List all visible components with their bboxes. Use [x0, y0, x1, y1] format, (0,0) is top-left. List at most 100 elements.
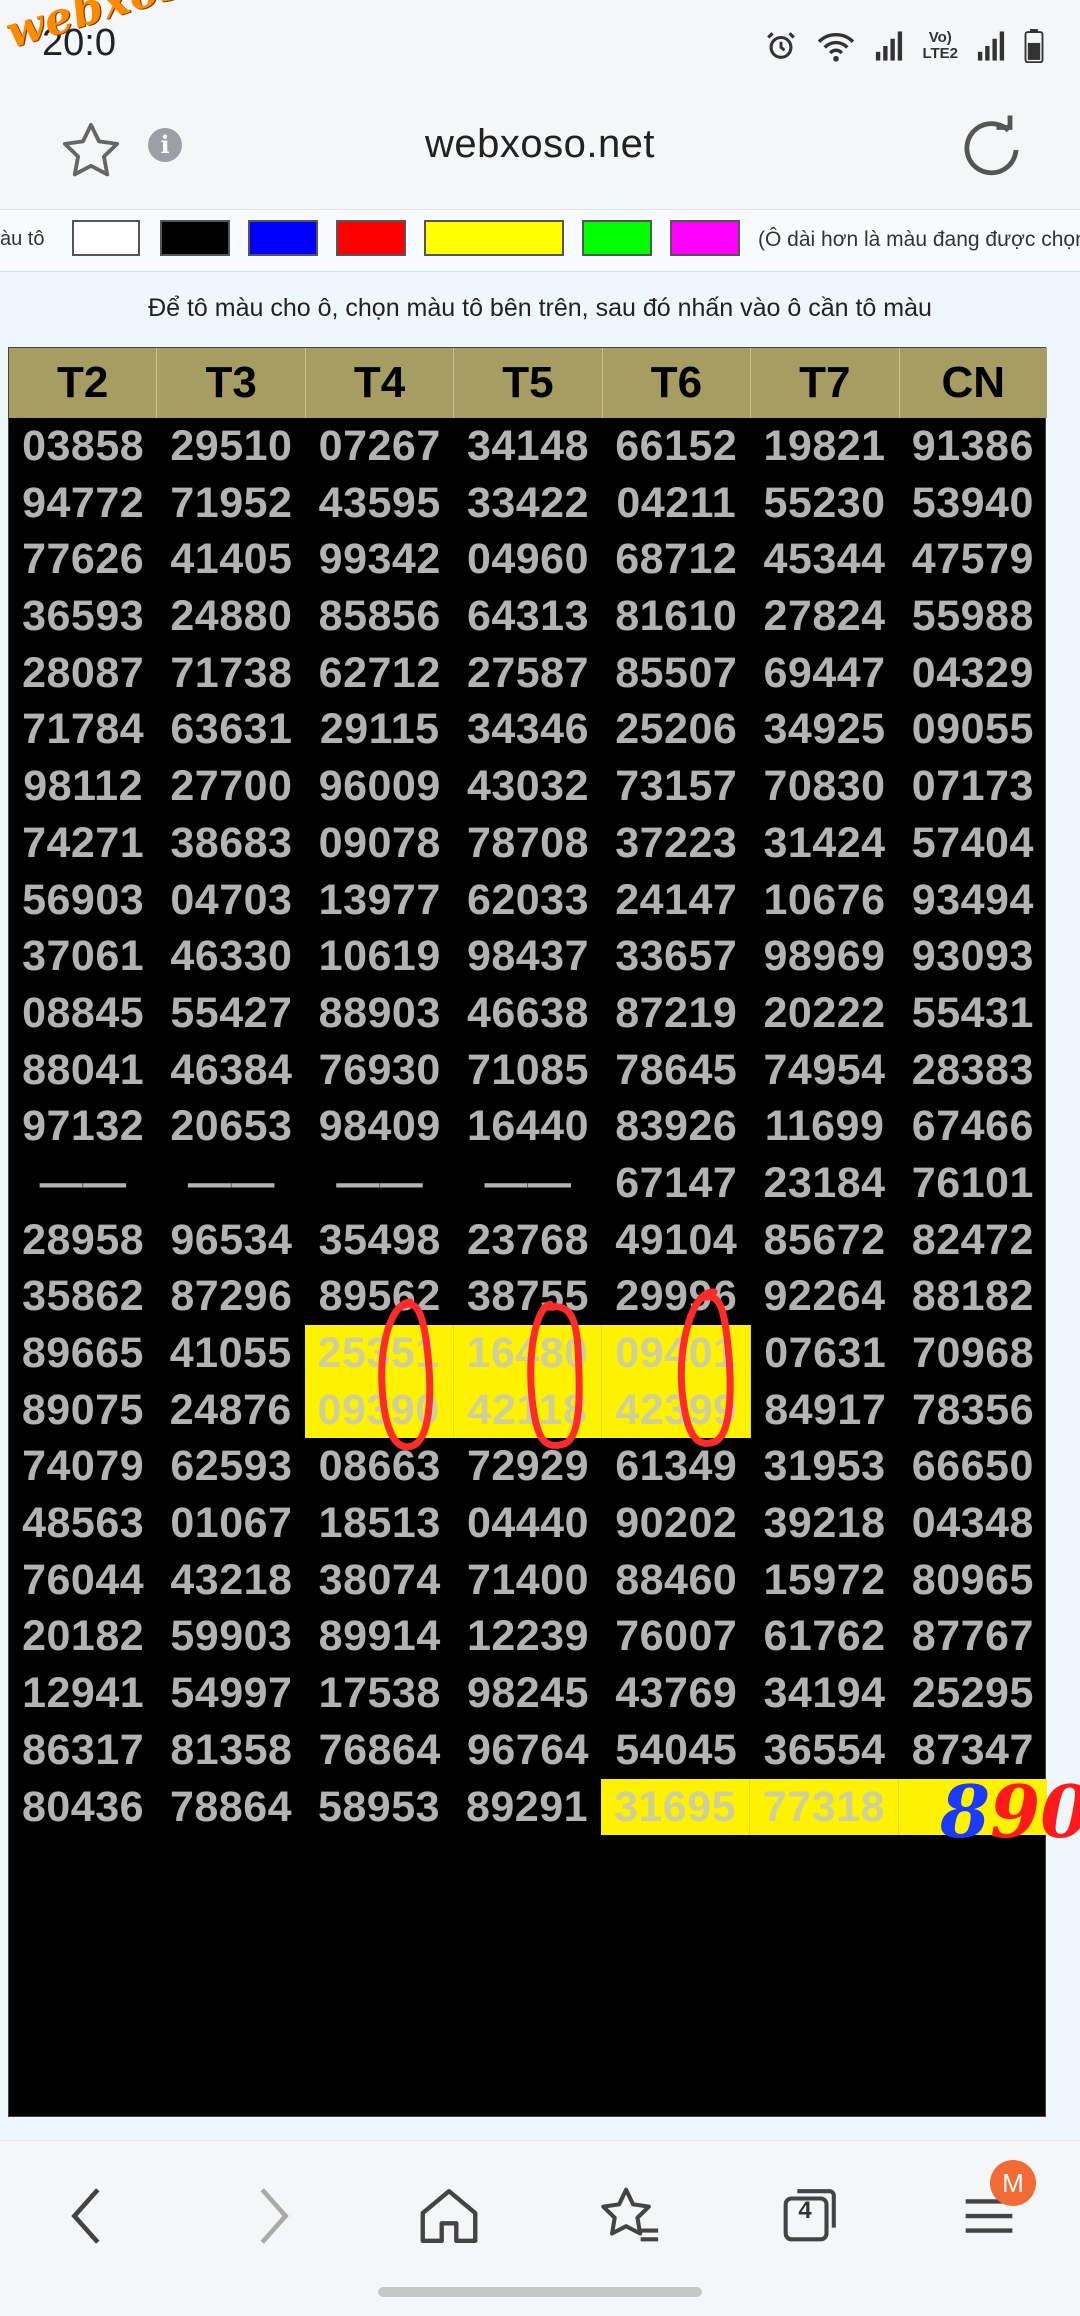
table-cell[interactable]: 72929 — [454, 1438, 602, 1495]
table-cell[interactable]: 81358 — [157, 1722, 305, 1779]
table-cell[interactable]: 45344 — [750, 531, 898, 588]
table-cell[interactable]: 61349 — [602, 1438, 750, 1495]
table-cell[interactable]: 43769 — [602, 1665, 750, 1722]
table-cell[interactable]: 35862 — [9, 1268, 157, 1325]
table-cell[interactable]: 98409 — [306, 1098, 454, 1155]
table-cell[interactable]: 29510 — [157, 418, 305, 475]
table-cell[interactable]: 96764 — [454, 1722, 602, 1779]
table-cell[interactable]: 23184 — [750, 1155, 898, 1212]
table-cell[interactable]: 78356 — [899, 1382, 1047, 1439]
table-cell[interactable]: 15972 — [750, 1552, 898, 1609]
table-cell[interactable]: 82472 — [899, 1212, 1047, 1269]
table-cell[interactable]: 88903 — [306, 985, 454, 1042]
table-cell[interactable]: 83926 — [602, 1098, 750, 1155]
table-cell[interactable]: 04960 — [454, 531, 602, 588]
color-swatch-black[interactable] — [160, 220, 230, 256]
table-cell[interactable]: 08845 — [9, 985, 157, 1042]
table-cell[interactable]: 66650 — [899, 1438, 1047, 1495]
table-cell[interactable]: 31695 — [601, 1778, 750, 1836]
table-cell[interactable]: 88182 — [899, 1268, 1047, 1325]
table-cell[interactable]: 85856 — [306, 588, 454, 645]
table-cell[interactable]: 64313 — [454, 588, 602, 645]
table-cell[interactable]: 77318 — [750, 1778, 899, 1836]
tabs-button[interactable]: 4 — [774, 2181, 844, 2251]
table-cell[interactable]: 34194 — [750, 1665, 898, 1722]
color-swatch-yellow-selected[interactable] — [424, 220, 564, 256]
table-cell[interactable]: 93093 — [899, 928, 1047, 985]
table-cell[interactable]: 34925 — [750, 701, 898, 758]
table-cell[interactable]: 71085 — [454, 1042, 602, 1099]
reload-icon[interactable] — [956, 114, 1028, 186]
table-cell[interactable]: 76007 — [602, 1608, 750, 1665]
table-cell[interactable]: 24147 — [602, 872, 750, 929]
table-cell[interactable]: 71784 — [9, 701, 157, 758]
table-cell[interactable]: 35498 — [306, 1212, 454, 1269]
table-cell[interactable]: 31953 — [750, 1438, 898, 1495]
table-cell[interactable]: 94772 — [9, 475, 157, 532]
table-cell[interactable]: 29115 — [306, 701, 454, 758]
table-cell[interactable]: 25206 — [602, 701, 750, 758]
table-cell[interactable]: 59903 — [157, 1608, 305, 1665]
table-cell[interactable]: 25351 — [304, 1325, 454, 1382]
table-cell[interactable]: 67466 — [899, 1098, 1047, 1155]
table-cell[interactable]: 43595 — [306, 475, 454, 532]
table-cell[interactable]: 66152 — [602, 418, 750, 475]
table-cell[interactable]: 27700 — [157, 758, 305, 815]
table-cell[interactable]: 63631 — [157, 701, 305, 758]
table-cell[interactable]: 36593 — [9, 588, 157, 645]
table-cell[interactable]: 28383 — [899, 1042, 1047, 1099]
table-cell[interactable]: 37223 — [602, 815, 750, 872]
table-cell[interactable]: 88041 — [9, 1042, 157, 1099]
table-cell[interactable]: 04440 — [454, 1495, 602, 1552]
table-cell[interactable]: 46384 — [157, 1042, 305, 1099]
table-cell[interactable]: 87296 — [157, 1268, 305, 1325]
table-cell[interactable]: 27824 — [750, 588, 898, 645]
table-cell[interactable]: 70830 — [750, 758, 898, 815]
table-cell[interactable]: 90202 — [602, 1495, 750, 1552]
color-swatch-green[interactable] — [582, 220, 652, 256]
table-cell[interactable]: 76044 — [9, 1552, 157, 1609]
table-cell[interactable]: 41405 — [157, 531, 305, 588]
table-cell[interactable]: 78708 — [454, 815, 602, 872]
table-cell[interactable]: 93494 — [899, 872, 1047, 929]
table-cell[interactable]: 53940 — [899, 475, 1047, 532]
color-swatch-white[interactable] — [72, 220, 140, 256]
table-cell[interactable]: 09390 — [304, 1381, 454, 1439]
table-cell[interactable]: 43032 — [454, 758, 602, 815]
table-cell[interactable]: 74954 — [750, 1042, 898, 1099]
table-cell[interactable]: 68712 — [602, 531, 750, 588]
table-cell[interactable]: 24880 — [157, 588, 305, 645]
table-cell[interactable]: 76930 — [306, 1042, 454, 1099]
table-cell[interactable]: 33422 — [454, 475, 602, 532]
table-cell[interactable]: 87219 — [602, 985, 750, 1042]
table-cell[interactable]: 16480 — [453, 1325, 603, 1382]
table-cell[interactable]: 23768 — [454, 1212, 602, 1269]
table-cell[interactable]: 74079 — [9, 1438, 157, 1495]
table-cell[interactable]: 96009 — [306, 758, 454, 815]
table-cell[interactable]: 62712 — [306, 645, 454, 702]
table-cell[interactable]: 80436 — [9, 1779, 157, 1836]
table-cell[interactable]: 17538 — [306, 1665, 454, 1722]
table-cell[interactable]: 73157 — [602, 758, 750, 815]
table-cell[interactable]: 11699 — [750, 1098, 898, 1155]
table-cell[interactable]: 20222 — [750, 985, 898, 1042]
table-cell[interactable]: 54997 — [157, 1665, 305, 1722]
bookmarks-star-icon[interactable] — [594, 2181, 664, 2251]
table-cell[interactable]: 57404 — [899, 815, 1047, 872]
table-cell[interactable]: 19821 — [750, 418, 898, 475]
table-cell[interactable]: 20653 — [157, 1098, 305, 1155]
table-cell[interactable]: —— — [306, 1155, 454, 1212]
table-cell[interactable]: 41055 — [157, 1325, 305, 1382]
table-cell[interactable]: 70968 — [899, 1325, 1047, 1382]
table-cell[interactable]: 18513 — [306, 1495, 454, 1552]
table-cell[interactable]: 89665 — [9, 1325, 157, 1382]
table-cell[interactable]: 38074 — [306, 1552, 454, 1609]
table-cell[interactable]: 12239 — [454, 1608, 602, 1665]
table-cell[interactable]: 07267 — [306, 418, 454, 475]
table-cell[interactable]: 04348 — [899, 1495, 1047, 1552]
table-cell[interactable]: 98112 — [9, 758, 157, 815]
table-cell[interactable]: 38755 — [454, 1268, 602, 1325]
table-cell[interactable]: 69447 — [750, 645, 898, 702]
table-cell[interactable]: 27587 — [454, 645, 602, 702]
forward-arrow-icon[interactable] — [236, 2181, 306, 2251]
